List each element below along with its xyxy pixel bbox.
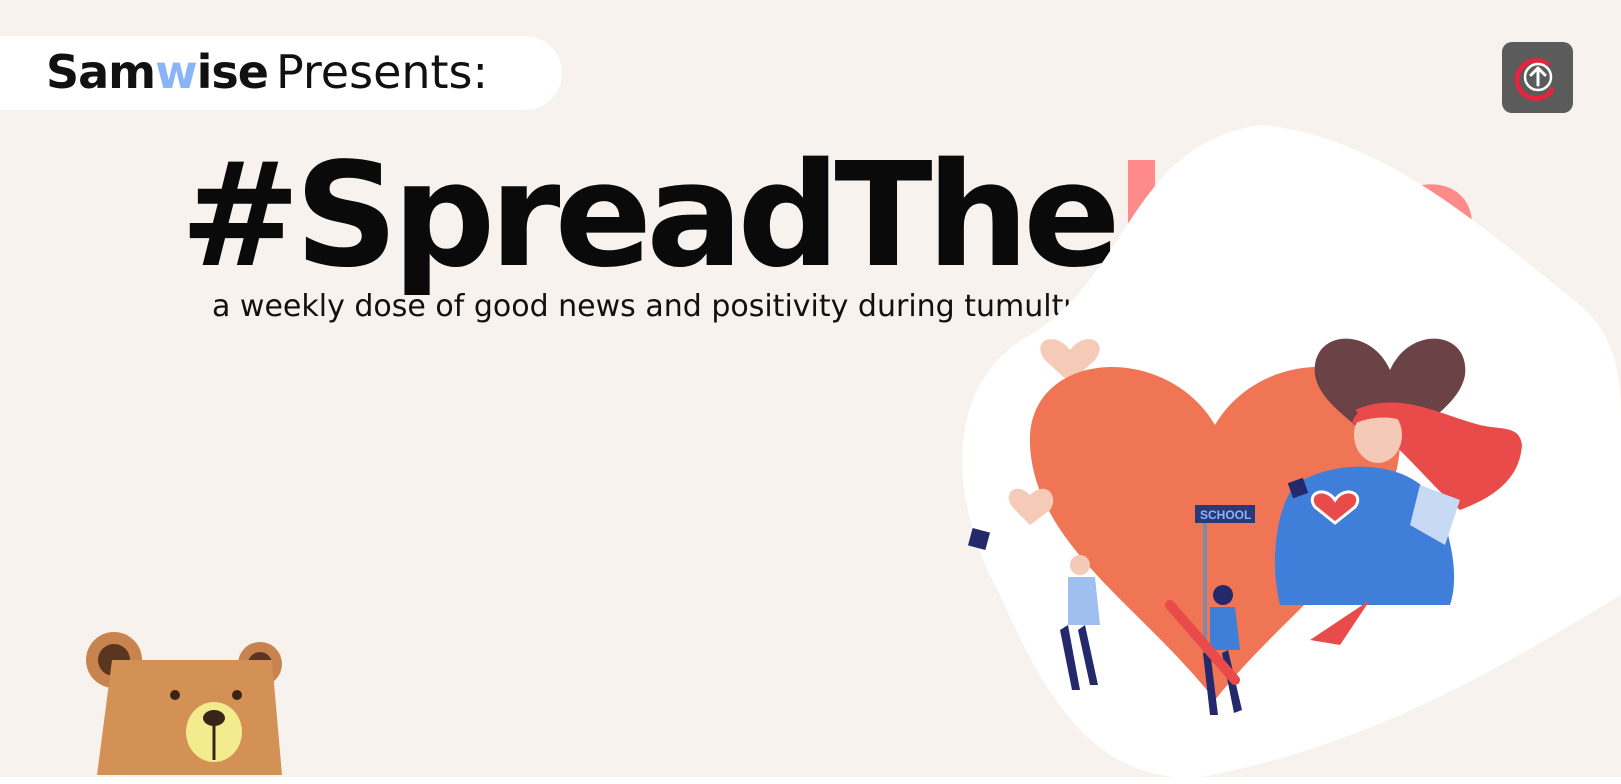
brand-name-sam: Sam xyxy=(46,45,156,99)
upload-button[interactable] xyxy=(1502,42,1573,113)
brand-name-w: w xyxy=(155,45,197,99)
girl-head xyxy=(1213,585,1233,605)
brand-presents-label: Presents: xyxy=(275,45,489,99)
brand-name-ise: ise xyxy=(196,45,269,99)
man-head xyxy=(1070,555,1090,575)
upload-arrow-icon xyxy=(1514,58,1555,102)
school-sign-text: SCHOOL xyxy=(1200,508,1251,522)
brand-title: Samwise Presents: xyxy=(46,42,488,102)
bear-mascot-icon xyxy=(86,632,282,775)
heart-people-illustration: SCHOOL xyxy=(962,125,1621,777)
girl-body xyxy=(1210,607,1240,650)
man-body xyxy=(1068,577,1100,625)
